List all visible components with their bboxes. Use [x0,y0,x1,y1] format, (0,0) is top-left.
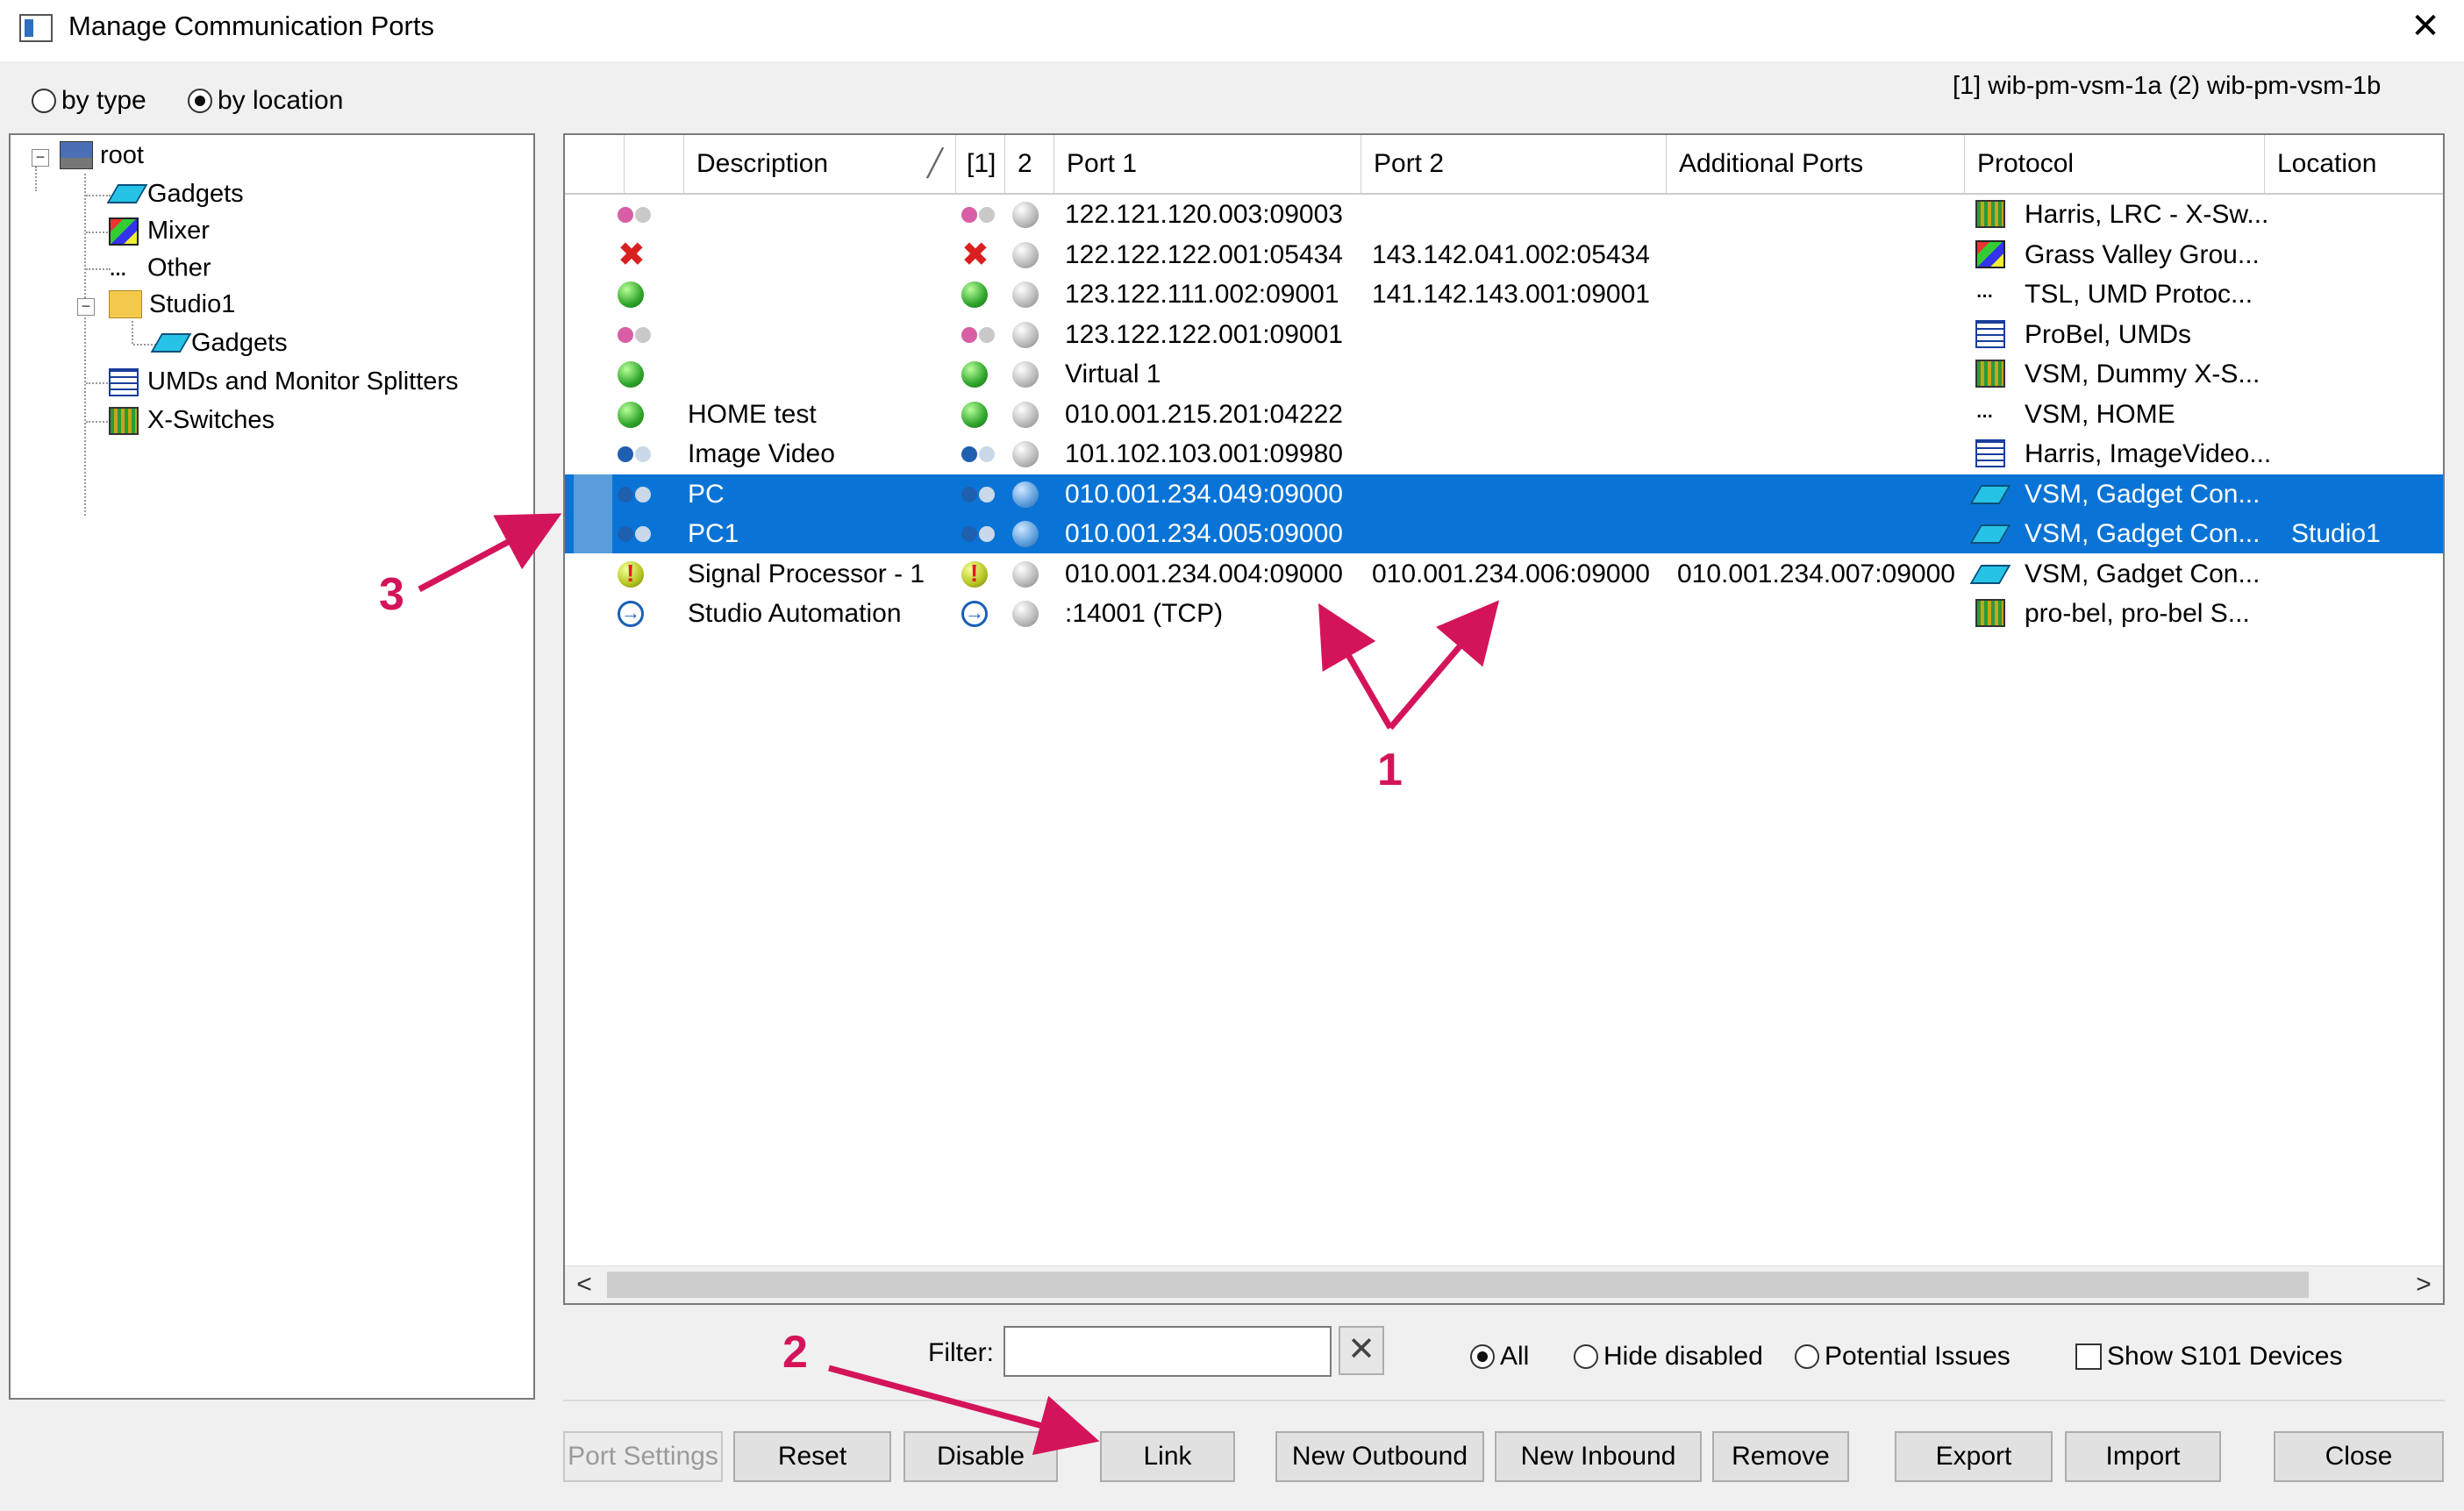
annotation-1: 1 [1377,745,1403,795]
arrow-to-link [828,1365,1100,1456]
annotation-3: 3 [379,569,404,620]
arrow-to-port2 [1388,600,1500,731]
annotation-2: 2 [782,1327,808,1378]
annotation-arrows [418,513,1500,1456]
arrow-to-selection [418,513,562,593]
arrow-to-port1 [1318,602,1394,730]
